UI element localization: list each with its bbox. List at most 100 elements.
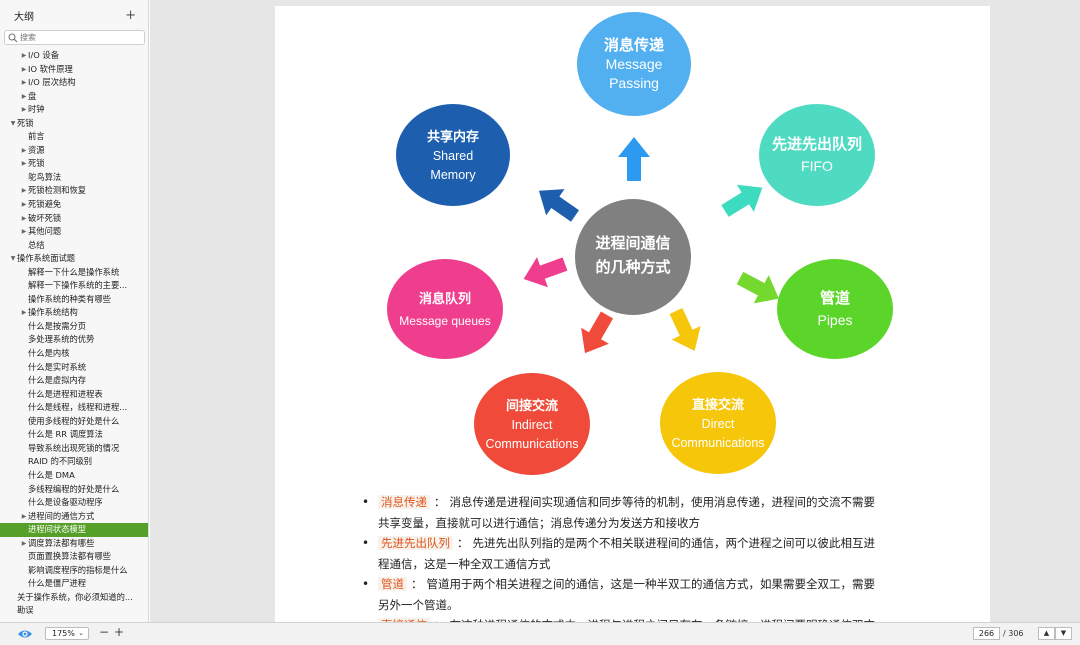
bubble-shape <box>777 259 893 359</box>
bubble-pipes: 管道 Pipes <box>777 259 893 359</box>
outline-item[interactable]: ▶ 死锁检测和恢复 <box>0 184 148 198</box>
bubble-label-zh: 直接交流 <box>692 397 744 412</box>
note-item: 先进先出队列 ：先进先出队列指的是两个不相关联进程间的通信，两个进程之间可以彼此相… <box>360 533 915 574</box>
outline-item[interactable]: 关于操作系统，你必须知道的... <box>0 591 148 605</box>
chevron-right-icon[interactable]: ▶ <box>20 198 28 212</box>
outline-item-label: I/O 层次结构 <box>28 77 76 88</box>
outline-item[interactable]: ▶ 死锁避免 <box>0 198 148 212</box>
arrow-indirect <box>581 311 614 354</box>
outline-item[interactable]: ▼ 死锁 <box>0 117 148 131</box>
chevron-right-icon[interactable]: ▶ <box>20 103 28 117</box>
chevron-right-icon[interactable]: ▶ <box>20 537 28 551</box>
outline-item[interactable]: 使用多线程的好处是什么 <box>0 415 148 429</box>
outline-item[interactable]: 解释一下操作系统的主要... <box>0 279 148 293</box>
eye-icon[interactable] <box>17 628 33 640</box>
outline-item[interactable]: 什么是进程和进程表 <box>0 388 148 402</box>
outline-item-label: 其他问题 <box>28 226 62 237</box>
arrow-shared-memory <box>538 189 580 222</box>
outline-search[interactable] <box>4 30 145 45</box>
outline-item[interactable]: ▼ 操作系统面试题 <box>0 252 148 266</box>
bubble-shape <box>759 104 875 206</box>
outline-title: 大纲 <box>14 11 34 23</box>
search-input[interactable] <box>20 33 140 42</box>
note-colon: ： <box>434 495 446 509</box>
chevron-right-icon[interactable]: ▶ <box>20 157 28 171</box>
chevron-right-icon[interactable]: ▶ <box>20 90 28 104</box>
outline-item[interactable]: 进程间状态模型 <box>0 523 148 537</box>
chevron-right-icon[interactable]: ▶ <box>20 63 28 77</box>
chevron-right-icon[interactable]: ▶ <box>20 510 28 524</box>
bubble-label-en2: Passing <box>609 75 659 91</box>
bubble-indirect: 间接交流 Indirect Communications <box>474 373 590 475</box>
chevron-right-icon[interactable]: ▶ <box>20 225 28 239</box>
outline-item[interactable]: 操作系统的种类有哪些 <box>0 293 148 307</box>
page-number-input[interactable]: 266 <box>973 627 1000 640</box>
outline-item[interactable]: ▶ 盘 <box>0 90 148 104</box>
zoom-select[interactable]: 175% ⌄ <box>45 627 89 640</box>
add-icon[interactable]: + <box>125 9 136 22</box>
outline-item[interactable]: 解释一下什么是操作系统 <box>0 266 148 280</box>
bubble-fifo: 先进先出队列 FIFO <box>759 104 875 206</box>
outline-item[interactable]: ▶ IO 软件原理 <box>0 63 148 77</box>
outline-item-label: 什么是虚拟内存 <box>28 375 87 386</box>
outline-item[interactable]: ▶ I/O 层次结构 <box>0 76 148 90</box>
outline-item[interactable]: ▶ 其他问题 <box>0 225 148 239</box>
outline-item[interactable]: 什么是内核 <box>0 347 148 361</box>
outline-item[interactable]: 什么是按需分页 <box>0 320 148 334</box>
chevron-right-icon[interactable]: ▶ <box>20 76 28 90</box>
outline-item-label: 页面置换算法都有哪些 <box>28 551 111 562</box>
zoom-out-button[interactable]: − <box>99 625 109 639</box>
outline-item[interactable]: 什么是 RR 调度算法 <box>0 428 148 442</box>
outline-item[interactable]: 多线程编程的好处是什么 <box>0 483 148 497</box>
outline-item[interactable]: 什么是 DMA <box>0 469 148 483</box>
diagram-center: 进程间通信的几种方式 <box>575 199 691 315</box>
zoom-value: 175% <box>52 629 75 638</box>
outline-item[interactable]: 影响调度程序的指标是什么 <box>0 564 148 578</box>
page-next-button[interactable]: ▼ <box>1055 627 1072 640</box>
chevron-right-icon[interactable]: ▶ <box>20 49 28 63</box>
outline-item[interactable]: 什么是虚拟内存 <box>0 374 148 388</box>
outline-item-label: 破坏死锁 <box>28 212 62 223</box>
chevron-right-icon[interactable]: ▶ <box>20 306 28 320</box>
outline-item[interactable]: ▶ 调度算法都有哪些 <box>0 537 148 551</box>
zoom-in-button[interactable]: + <box>114 625 124 639</box>
outline-item[interactable]: 总结 <box>0 239 148 253</box>
arrow-direct <box>669 308 701 351</box>
outline-item[interactable]: 什么是设备驱动程序 <box>0 496 148 510</box>
outline-item[interactable]: ▶ 死锁 <box>0 157 148 171</box>
outline-item[interactable]: ▶ 破坏死锁 <box>0 212 148 226</box>
outline-item[interactable]: 页面置换算法都有哪些 <box>0 550 148 564</box>
outline-item-label: 导致系统出现死锁的情况 <box>28 442 120 453</box>
bubble-label-en1: Shared <box>433 149 473 163</box>
chevron-right-icon[interactable]: ▶ <box>20 212 28 226</box>
outline-item[interactable]: ▶ I/O 设备 <box>0 49 148 63</box>
outline-item-label: 盘 <box>28 90 37 101</box>
outline-item[interactable]: 勘误 <box>0 604 148 618</box>
outline-item-label: 死锁检测和恢复 <box>28 185 87 196</box>
outline-item[interactable]: ▶ 资源 <box>0 144 148 158</box>
outline-item[interactable]: ▶ 进程间的通信方式 <box>0 510 148 524</box>
outline-item-label: 死锁 <box>28 158 45 169</box>
bubble-label-zh: 消息队列 <box>419 291 471 306</box>
ipc-notes-list: 消息传递：消息传递是进程间实现通信和同步等待的机制，使用消息传递，进程间的交流不… <box>360 492 915 622</box>
outline-item[interactable]: ▶ 操作系统结构 <box>0 306 148 320</box>
chevron-down-icon[interactable]: ▼ <box>9 117 17 131</box>
outline-item[interactable]: 导致系统出现死锁的情况 <box>0 442 148 456</box>
bubble-label-zh: 间接交流 <box>506 398 558 413</box>
outline-item[interactable]: ▶ 时钟 <box>0 103 148 117</box>
outline-item[interactable]: RAID 的不同级别 <box>0 455 148 469</box>
chevron-right-icon[interactable]: ▶ <box>20 184 28 198</box>
bubble-message-passing: 消息传递 Message Passing <box>577 12 691 116</box>
outline-item[interactable]: 什么是实时系统 <box>0 361 148 375</box>
chevron-down-icon[interactable]: ▼ <box>9 252 17 266</box>
outline-item[interactable]: 什么是线程，线程和进程... <box>0 401 148 415</box>
outline-item[interactable]: 什么是僵尸进程 <box>0 577 148 591</box>
search-icon <box>8 32 18 42</box>
page-prev-button[interactable]: ▲ <box>1038 627 1055 640</box>
outline-item[interactable]: 鸵鸟算法 <box>0 171 148 185</box>
outline-item[interactable]: 多处理系统的优势 <box>0 333 148 347</box>
chevron-right-icon[interactable]: ▶ <box>20 144 28 158</box>
note-term: 消息传递 <box>378 495 430 509</box>
outline-item[interactable]: 前言 <box>0 130 148 144</box>
outline-item-label: 时钟 <box>28 104 45 115</box>
